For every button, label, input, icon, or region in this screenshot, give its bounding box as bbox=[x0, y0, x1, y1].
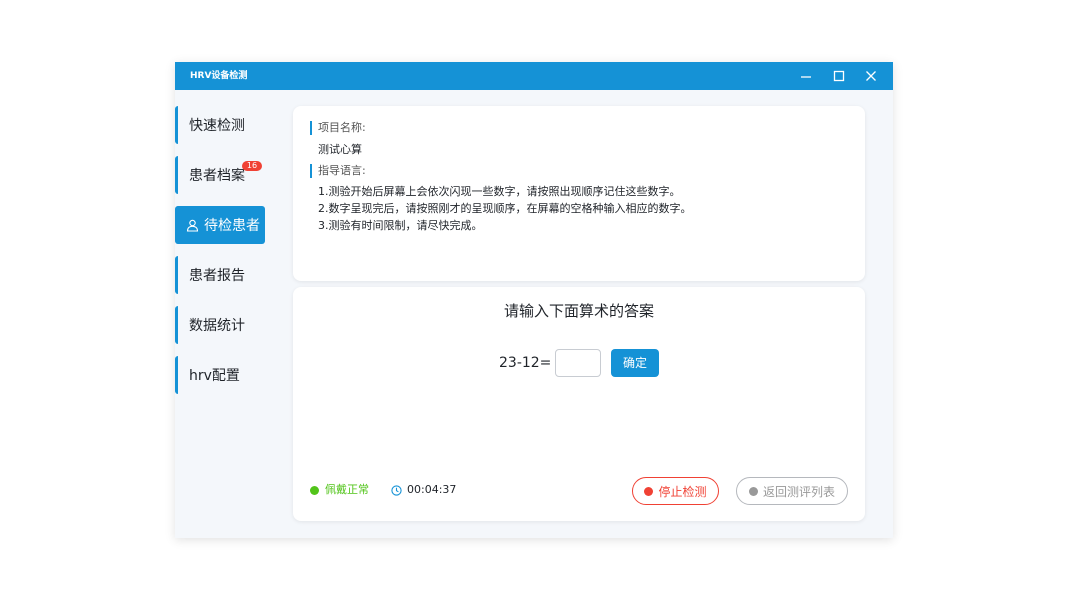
sidebar-item-quick-test[interactable]: 快速检测 bbox=[175, 106, 265, 144]
minimize-button[interactable] bbox=[795, 66, 817, 86]
sidebar-item-label: 数据统计 bbox=[189, 318, 245, 334]
sidebar-item-hrv-config[interactable]: hrv配置 bbox=[175, 356, 265, 394]
sidebar-item-label: 待检患者 bbox=[204, 218, 260, 234]
guide-line: 1.测验开始后屏幕上会依次闪现一些数字，请按照出现顺序记住这些数字。 bbox=[318, 185, 681, 198]
minimize-icon bbox=[801, 76, 811, 78]
sidebar-item-statistics[interactable]: 数据统计 bbox=[175, 306, 265, 344]
arithmetic-expression: 23-12= bbox=[499, 355, 552, 371]
guide-line: 2.数字呈现完后，请按照刚才的呈现顺序，在屏幕的空格种输入相应的数字。 bbox=[318, 202, 692, 215]
sidebar-item-patient-records[interactable]: 患者档案 16 bbox=[175, 156, 265, 194]
question-card: 请输入下面算术的答案 23-12= 确定 佩戴正常 00:04:37 停止检测 … bbox=[293, 287, 865, 521]
sidebar-item-label: 患者档案 bbox=[189, 168, 245, 184]
project-name: 测试心算 bbox=[318, 143, 362, 156]
count-badge: 16 bbox=[242, 161, 262, 171]
guide-line: 3.测验有时间限制，请尽快完成。 bbox=[318, 219, 483, 232]
clock-icon bbox=[391, 484, 402, 496]
back-to-list-label: 返回测评列表 bbox=[762, 484, 835, 499]
close-icon bbox=[866, 71, 876, 81]
user-icon bbox=[186, 219, 199, 232]
sidebar-item-pending-patients[interactable]: 待检患者 bbox=[175, 206, 265, 244]
maximize-button[interactable] bbox=[828, 66, 850, 86]
confirm-button[interactable]: 确定 bbox=[611, 349, 659, 377]
status-dot-icon bbox=[310, 485, 319, 495]
sidebar-item-label: 患者报告 bbox=[189, 268, 245, 284]
title-bar: HRV设备检测 bbox=[175, 62, 893, 90]
app-window: HRV设备检测 快速检测 患者档案 16 待检患者 患者报告 数据统计 hrv配… bbox=[175, 62, 893, 538]
sidebar-item-label: hrv配置 bbox=[189, 368, 240, 384]
sidebar-item-patient-reports[interactable]: 患者报告 bbox=[175, 256, 265, 294]
back-dot-icon bbox=[748, 486, 758, 496]
stop-dot-icon bbox=[644, 486, 654, 496]
answer-input[interactable] bbox=[555, 349, 601, 377]
back-to-list-button[interactable]: 返回测评列表 bbox=[736, 477, 848, 505]
close-button[interactable] bbox=[860, 66, 882, 86]
timer: 00:04:37 bbox=[391, 483, 456, 497]
stop-test-button[interactable]: 停止检测 bbox=[632, 477, 719, 505]
project-info-card: 项目名称: 测试心算 指导语言: 1.测验开始后屏幕上会依次闪现一些数字，请按照… bbox=[293, 106, 865, 281]
wear-status: 佩戴正常 bbox=[310, 483, 369, 497]
question-title: 请输入下面算术的答案 bbox=[503, 302, 654, 320]
stop-test-label: 停止检测 bbox=[658, 484, 707, 499]
maximize-icon bbox=[833, 70, 845, 82]
timer-text: 00:04:37 bbox=[407, 483, 457, 496]
wear-status-text: 佩戴正常 bbox=[325, 483, 369, 496]
window-title: HRV设备检测 bbox=[190, 71, 248, 81]
guide-label: 指导语言: bbox=[310, 164, 366, 178]
sidebar-item-label: 快速检测 bbox=[189, 118, 245, 134]
project-name-label: 项目名称: bbox=[310, 121, 366, 135]
